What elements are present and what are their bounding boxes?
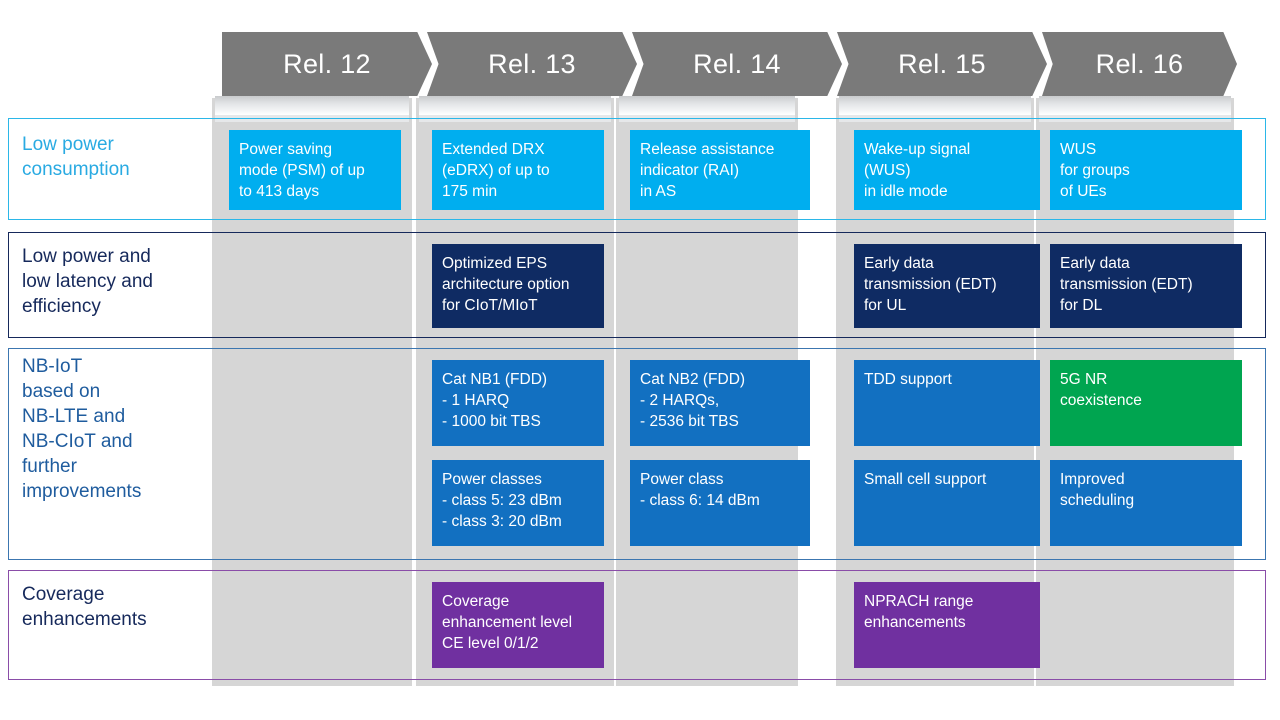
- chevron-shape: Rel. 14: [632, 32, 842, 96]
- release-label: Rel. 13: [488, 48, 576, 79]
- feature-cell[interactable]: Extended DRX (eDRX) of up to 175 min: [432, 130, 604, 210]
- release-header-2[interactable]: Rel. 13: [419, 32, 637, 124]
- row-label-4: Coverage enhancements: [22, 584, 147, 630]
- feature-cell[interactable]: WUS for groups of UEs: [1050, 130, 1242, 210]
- release-label: Rel. 12: [283, 48, 371, 79]
- feature-cell[interactable]: Cat NB2 (FDD) - 2 HARQs, - 2536 bit TBS: [630, 360, 810, 446]
- row-label-2: Low power and low latency and efficiency: [22, 246, 153, 317]
- release-label: Rel. 15: [898, 48, 986, 79]
- row-label-1: Low power consumption: [22, 134, 130, 180]
- feature-cell[interactable]: Small cell support: [854, 460, 1040, 546]
- feature-cell[interactable]: Cat NB1 (FDD) - 1 HARQ - 1000 bit TBS: [432, 360, 604, 446]
- feature-cell[interactable]: Optimized EPS architecture option for CI…: [432, 244, 604, 328]
- feature-row-3: NB-IoT based on NB-LTE and NB-CIoT and f…: [8, 348, 1266, 560]
- feature-row-1: Low power consumption Power saving mode (…: [8, 118, 1266, 220]
- chevron-shape: Rel. 13: [427, 32, 637, 96]
- feature-cell[interactable]: TDD support: [854, 360, 1040, 446]
- feature-cell[interactable]: Coverage enhancement level CE level 0/1/…: [432, 582, 604, 668]
- row-label-3: NB-IoT based on NB-LTE and NB-CIoT and f…: [22, 356, 142, 502]
- feature-cell[interactable]: 5G NR coexistence: [1050, 360, 1242, 446]
- chevron-shape: Rel. 15: [837, 32, 1047, 96]
- feature-row-2: Low power and low latency and efficiency…: [8, 232, 1266, 338]
- feature-cell[interactable]: Early data transmission (EDT) for UL: [854, 244, 1040, 328]
- feature-cell[interactable]: Power saving mode (PSM) of up to 413 day…: [229, 130, 401, 210]
- feature-cell[interactable]: Early data transmission (EDT) for DL: [1050, 244, 1242, 328]
- feature-cell[interactable]: Power class - class 6: 14 dBm: [630, 460, 810, 546]
- chevron-shape: Rel. 12: [222, 32, 432, 96]
- feature-cell[interactable]: Power classes - class 5: 23 dBm - class …: [432, 460, 604, 546]
- feature-cell[interactable]: Release assistance indicator (RAI) in AS: [630, 130, 810, 210]
- release-header-1[interactable]: Rel. 12: [215, 32, 432, 124]
- feature-cell[interactable]: NPRACH range enhancements: [854, 582, 1040, 668]
- chevron-shape: Rel. 16: [1042, 32, 1237, 96]
- feature-row-4: Coverage enhancements Coverage enhancemen…: [8, 570, 1266, 680]
- release-header-3[interactable]: Rel. 14: [619, 32, 842, 124]
- release-header-4[interactable]: Rel. 15: [837, 32, 1047, 124]
- release-label: Rel. 16: [1095, 48, 1184, 79]
- release-label: Rel. 14: [693, 48, 781, 79]
- feature-cell[interactable]: Wake-up signal (WUS) in idle mode: [854, 130, 1040, 210]
- release-header-5[interactable]: Rel. 16: [1039, 32, 1237, 124]
- feature-cell[interactable]: Improved scheduling: [1050, 460, 1242, 546]
- release-roadmap-diagram: Rel. 12 Rel. 13 Rel. 14 Rel. 15 Rel. 16 Low …: [0, 0, 1280, 720]
